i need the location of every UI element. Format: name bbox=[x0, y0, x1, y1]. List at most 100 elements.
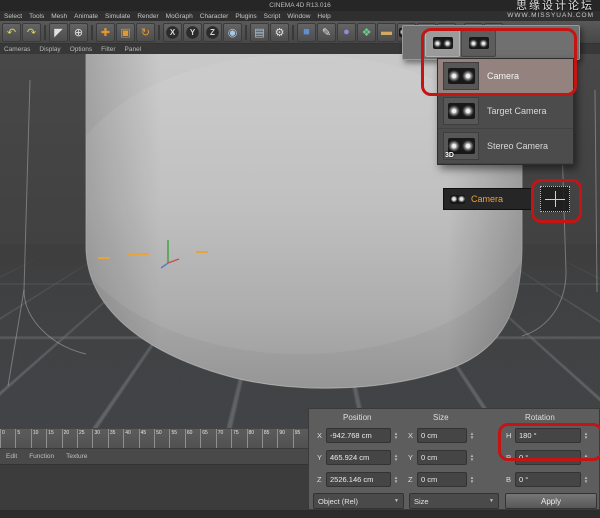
size-z-field[interactable]: 0 cm bbox=[417, 472, 467, 487]
move-tool-icon[interactable]: ✚ bbox=[96, 23, 115, 42]
position-y-value: 465.924 cm bbox=[330, 453, 369, 462]
toolbar-separator bbox=[91, 25, 93, 40]
add-subdivision-button[interactable]: ● bbox=[337, 23, 356, 42]
rotation-h-stepper[interactable]: ▲▼ bbox=[582, 428, 590, 443]
size-y-stepper[interactable]: ▲▼ bbox=[468, 450, 476, 465]
rotation-b-field[interactable]: 0 ° bbox=[515, 472, 581, 487]
menu-item-window[interactable]: Window bbox=[287, 13, 310, 20]
menu-item-simulate[interactable]: Simulate bbox=[105, 13, 130, 20]
scale-tool-icon[interactable]: ▣ bbox=[116, 23, 135, 42]
hud-camera-label[interactable]: Camera bbox=[443, 188, 533, 210]
ruler-tick: 45 bbox=[139, 429, 154, 448]
coord-mode-dropdown[interactable]: Object (Rel) ▼ bbox=[313, 493, 404, 509]
stepper-down-icon[interactable]: ▼ bbox=[584, 458, 588, 462]
timeline-ruler[interactable]: 0 5 10 15 20 25 30 35 40 45 50 55 60 65 … bbox=[0, 428, 308, 448]
z-axis-lock-button[interactable]: Z bbox=[203, 23, 222, 42]
focus-crosshair-icon[interactable] bbox=[540, 186, 570, 212]
position-x-field[interactable]: -942.768 cm bbox=[326, 428, 391, 443]
ruler-tick: 60 bbox=[185, 429, 200, 448]
rotation-h-field[interactable]: 180 ° bbox=[515, 428, 581, 443]
size-z-stepper[interactable]: ▲▼ bbox=[468, 472, 476, 487]
add-spline-button[interactable]: ✎ bbox=[317, 23, 336, 42]
camera-icon bbox=[433, 37, 453, 49]
coord-mode-value: Object (Rel) bbox=[318, 497, 358, 506]
camera-command-button-alt[interactable] bbox=[461, 29, 496, 57]
rotation-b-stepper[interactable]: ▲▼ bbox=[582, 472, 590, 487]
coordinate-system-button[interactable]: ◉ bbox=[223, 23, 242, 42]
select-tool-icon[interactable]: ◤ bbox=[49, 23, 68, 42]
position-x-stepper[interactable]: ▲▼ bbox=[392, 428, 400, 443]
toolbar-separator bbox=[44, 25, 46, 40]
add-cube-button[interactable]: ■ bbox=[297, 23, 316, 42]
target-camera-icon bbox=[443, 97, 479, 125]
menu-item-render[interactable]: Render bbox=[137, 13, 158, 20]
menu-item-animate[interactable]: Animate bbox=[74, 13, 98, 20]
stepper-down-icon[interactable]: ▼ bbox=[584, 480, 588, 484]
bottom-menu-function[interactable]: Function bbox=[29, 453, 54, 460]
menu-item-help[interactable]: Help bbox=[317, 13, 330, 20]
vp-menu-cameras[interactable]: Cameras bbox=[4, 46, 30, 53]
stepper-down-icon[interactable]: ▼ bbox=[394, 436, 398, 440]
position-y-stepper[interactable]: ▲▼ bbox=[392, 450, 400, 465]
watermark: 思缘设计论坛 WWW.MISSYUAN.COM bbox=[507, 1, 594, 19]
vp-menu-options[interactable]: Options bbox=[70, 46, 92, 53]
position-x-label: X bbox=[317, 428, 322, 443]
toolbar-separator bbox=[292, 25, 294, 40]
menu-item-camera[interactable]: Camera bbox=[438, 59, 573, 94]
bottom-menu-edit[interactable]: Edit bbox=[6, 453, 17, 460]
size-mode-dropdown[interactable]: Size ▼ bbox=[409, 493, 499, 509]
y-axis-lock-button[interactable]: Y bbox=[183, 23, 202, 42]
position-y-field[interactable]: 465.924 cm bbox=[326, 450, 391, 465]
stepper-down-icon[interactable]: ▼ bbox=[470, 436, 474, 440]
size-x-field[interactable]: 0 cm bbox=[417, 428, 467, 443]
menu-item-target-camera[interactable]: Target Camera bbox=[438, 94, 573, 129]
position-y-label: Y bbox=[317, 450, 322, 465]
vp-menu-panel[interactable]: Panel bbox=[125, 46, 142, 53]
position-z-stepper[interactable]: ▲▼ bbox=[392, 472, 400, 487]
size-x-stepper[interactable]: ▲▼ bbox=[468, 428, 476, 443]
menu-item-character[interactable]: Character bbox=[200, 13, 229, 20]
rotation-p-value: 0 ° bbox=[519, 453, 528, 462]
camera-command-button[interactable] bbox=[425, 29, 460, 57]
stepper-down-icon[interactable]: ▼ bbox=[584, 436, 588, 440]
stepper-down-icon[interactable]: ▼ bbox=[470, 480, 474, 484]
status-bar bbox=[0, 510, 600, 518]
render-settings-button[interactable]: ⚙ bbox=[270, 23, 289, 42]
stepper-down-icon[interactable]: ▼ bbox=[470, 458, 474, 462]
vp-menu-display[interactable]: Display bbox=[39, 46, 60, 53]
camera-icon bbox=[448, 103, 475, 119]
menu-item-mesh[interactable]: Mesh bbox=[51, 13, 67, 20]
position-header: Position bbox=[343, 413, 371, 422]
bottom-menu-texture[interactable]: Texture bbox=[66, 453, 87, 460]
rotation-p-stepper[interactable]: ▲▼ bbox=[582, 450, 590, 465]
position-z-field[interactable]: 2526.146 cm bbox=[326, 472, 391, 487]
menu-item-select[interactable]: Select bbox=[4, 13, 22, 20]
vp-menu-filter[interactable]: Filter bbox=[101, 46, 115, 53]
stepper-down-icon[interactable]: ▼ bbox=[394, 458, 398, 462]
redo-icon[interactable]: ↷ bbox=[22, 23, 41, 42]
ruler-tick: 20 bbox=[62, 429, 77, 448]
menu-item-tools[interactable]: Tools bbox=[29, 13, 44, 20]
menu-item-mograph[interactable]: MoGraph bbox=[166, 13, 193, 20]
add-floor-button[interactable]: ▬ bbox=[377, 23, 396, 42]
size-mode-value: Size bbox=[414, 497, 429, 506]
rotation-h-label: H bbox=[506, 428, 511, 443]
menu-item-stereo-camera[interactable]: 3D Stereo Camera bbox=[438, 129, 573, 164]
menu-item-script[interactable]: Script bbox=[264, 13, 281, 20]
undo-icon[interactable]: ↶ bbox=[2, 23, 21, 42]
render-view-button[interactable]: ▤ bbox=[250, 23, 269, 42]
size-y-field[interactable]: 0 cm bbox=[417, 450, 467, 465]
ruler-tick: 70 bbox=[216, 429, 231, 448]
rotate-tool-icon[interactable]: ↻ bbox=[136, 23, 155, 42]
menu-item-plugins[interactable]: Plugins bbox=[235, 13, 256, 20]
rotation-p-field[interactable]: 0 ° bbox=[515, 450, 581, 465]
rotation-h-value: 180 ° bbox=[519, 431, 537, 440]
stepper-down-icon[interactable]: ▼ bbox=[394, 480, 398, 484]
rotation-b-value: 0 ° bbox=[519, 475, 528, 484]
watermark-line1: 思缘设计论坛 bbox=[507, 1, 594, 13]
add-array-button[interactable]: ❖ bbox=[357, 23, 376, 42]
x-axis-lock-button[interactable]: X bbox=[163, 23, 182, 42]
coord-bottom-row: Object (Rel) ▼ Size ▼ Apply bbox=[309, 493, 599, 510]
apply-button[interactable]: Apply bbox=[505, 493, 597, 509]
live-selection-icon[interactable]: ⊕ bbox=[69, 23, 88, 42]
